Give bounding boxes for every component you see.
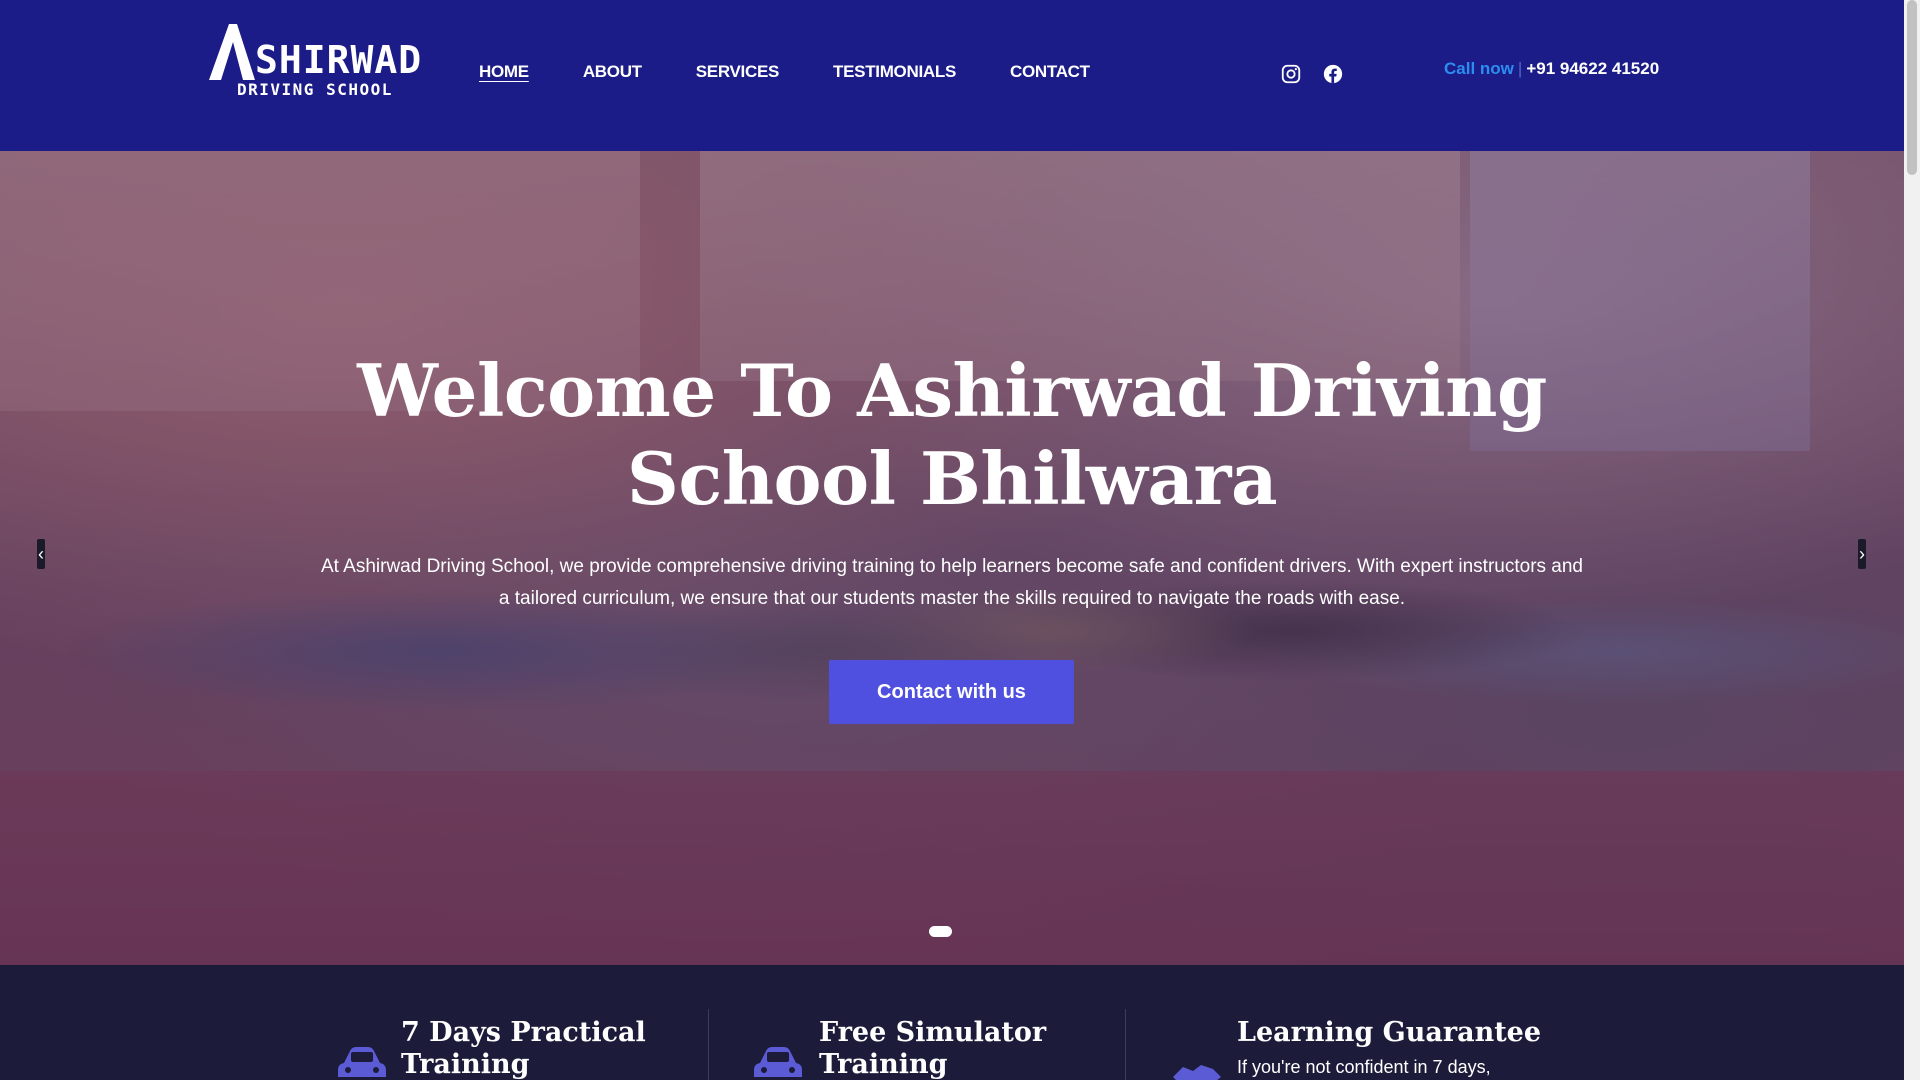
slider-dot-active[interactable]	[929, 926, 952, 937]
page-scrollbar[interactable]	[1904, 0, 1920, 1080]
logo-a-glyph	[209, 24, 255, 80]
call-separator: |	[1517, 59, 1523, 78]
logo-wordmark: SHIRWAD	[255, 38, 423, 82]
handshake-icon	[1171, 1055, 1223, 1080]
feature-title-line1: 7 Days Practical	[401, 1017, 646, 1048]
logo-subtitle: DRIVING SCHOOL	[237, 80, 393, 99]
car-icon	[336, 1045, 388, 1080]
feature-title-line2: Training	[401, 1049, 530, 1080]
contact-with-us-button[interactable]: Contact with us	[829, 660, 1074, 724]
car-icon	[752, 1045, 804, 1080]
nav-services[interactable]: SERVICES	[696, 62, 780, 82]
feature-title-line1: Free Simulator	[819, 1017, 1047, 1048]
call-now[interactable]: Call now | +91 94622 41520	[1444, 59, 1659, 79]
phone-number[interactable]: +91 94622 41520	[1526, 59, 1659, 78]
features-strip: 7 Days Practical Training Free Simulator…	[0, 965, 1904, 1080]
feature-learning-guarantee: Learning Guarantee If you're not confide…	[1165, 965, 1585, 1080]
facebook-icon[interactable]	[1322, 63, 1344, 85]
hero-content: Welcome To Ashirwad Driving School Bhilw…	[0, 151, 1904, 965]
nav-testimonials[interactable]: TESTIMONIALS	[833, 62, 956, 82]
call-now-label: Call now	[1444, 59, 1514, 78]
feature-description: If you're not confident in 7 days,	[1237, 1057, 1491, 1077]
feature-title-line1: Learning Guarantee	[1237, 1017, 1542, 1048]
logo[interactable]: SHIRWAD DRIVING SCHOOL	[205, 22, 422, 100]
instagram-icon[interactable]	[1280, 63, 1302, 85]
hero-description: At Ashirwad Driving School, we provide c…	[320, 556, 1583, 609]
feature-simulator-training: Free Simulator Training	[748, 965, 1128, 1080]
site-header: SHIRWAD DRIVING SCHOOL HOME ABOUT SERVIC…	[0, 0, 1904, 151]
feature-divider	[1125, 1009, 1126, 1080]
scrollbar-thumb[interactable]	[1907, 0, 1917, 175]
nav-about[interactable]: ABOUT	[583, 62, 642, 82]
main-nav: HOME ABOUT SERVICES TESTIMONIALS CONTACT	[479, 62, 1144, 82]
feature-practical-training: 7 Days Practical Training	[330, 965, 710, 1080]
feature-title-line2: Training	[819, 1049, 948, 1080]
slider-next-arrow[interactable]: ›	[1858, 539, 1866, 569]
logo-mark: SHIRWAD	[205, 22, 422, 80]
social-links	[1280, 63, 1344, 85]
nav-home[interactable]: HOME	[479, 62, 529, 82]
nav-contact[interactable]: CONTACT	[1010, 62, 1090, 82]
hero-title: Welcome To Ashirwad Driving School Bhilw…	[357, 348, 1547, 521]
slider-prev-arrow[interactable]: ‹	[37, 539, 45, 569]
feature-divider	[708, 1009, 709, 1080]
hero-slider: Welcome To Ashirwad Driving School Bhilw…	[0, 151, 1904, 965]
